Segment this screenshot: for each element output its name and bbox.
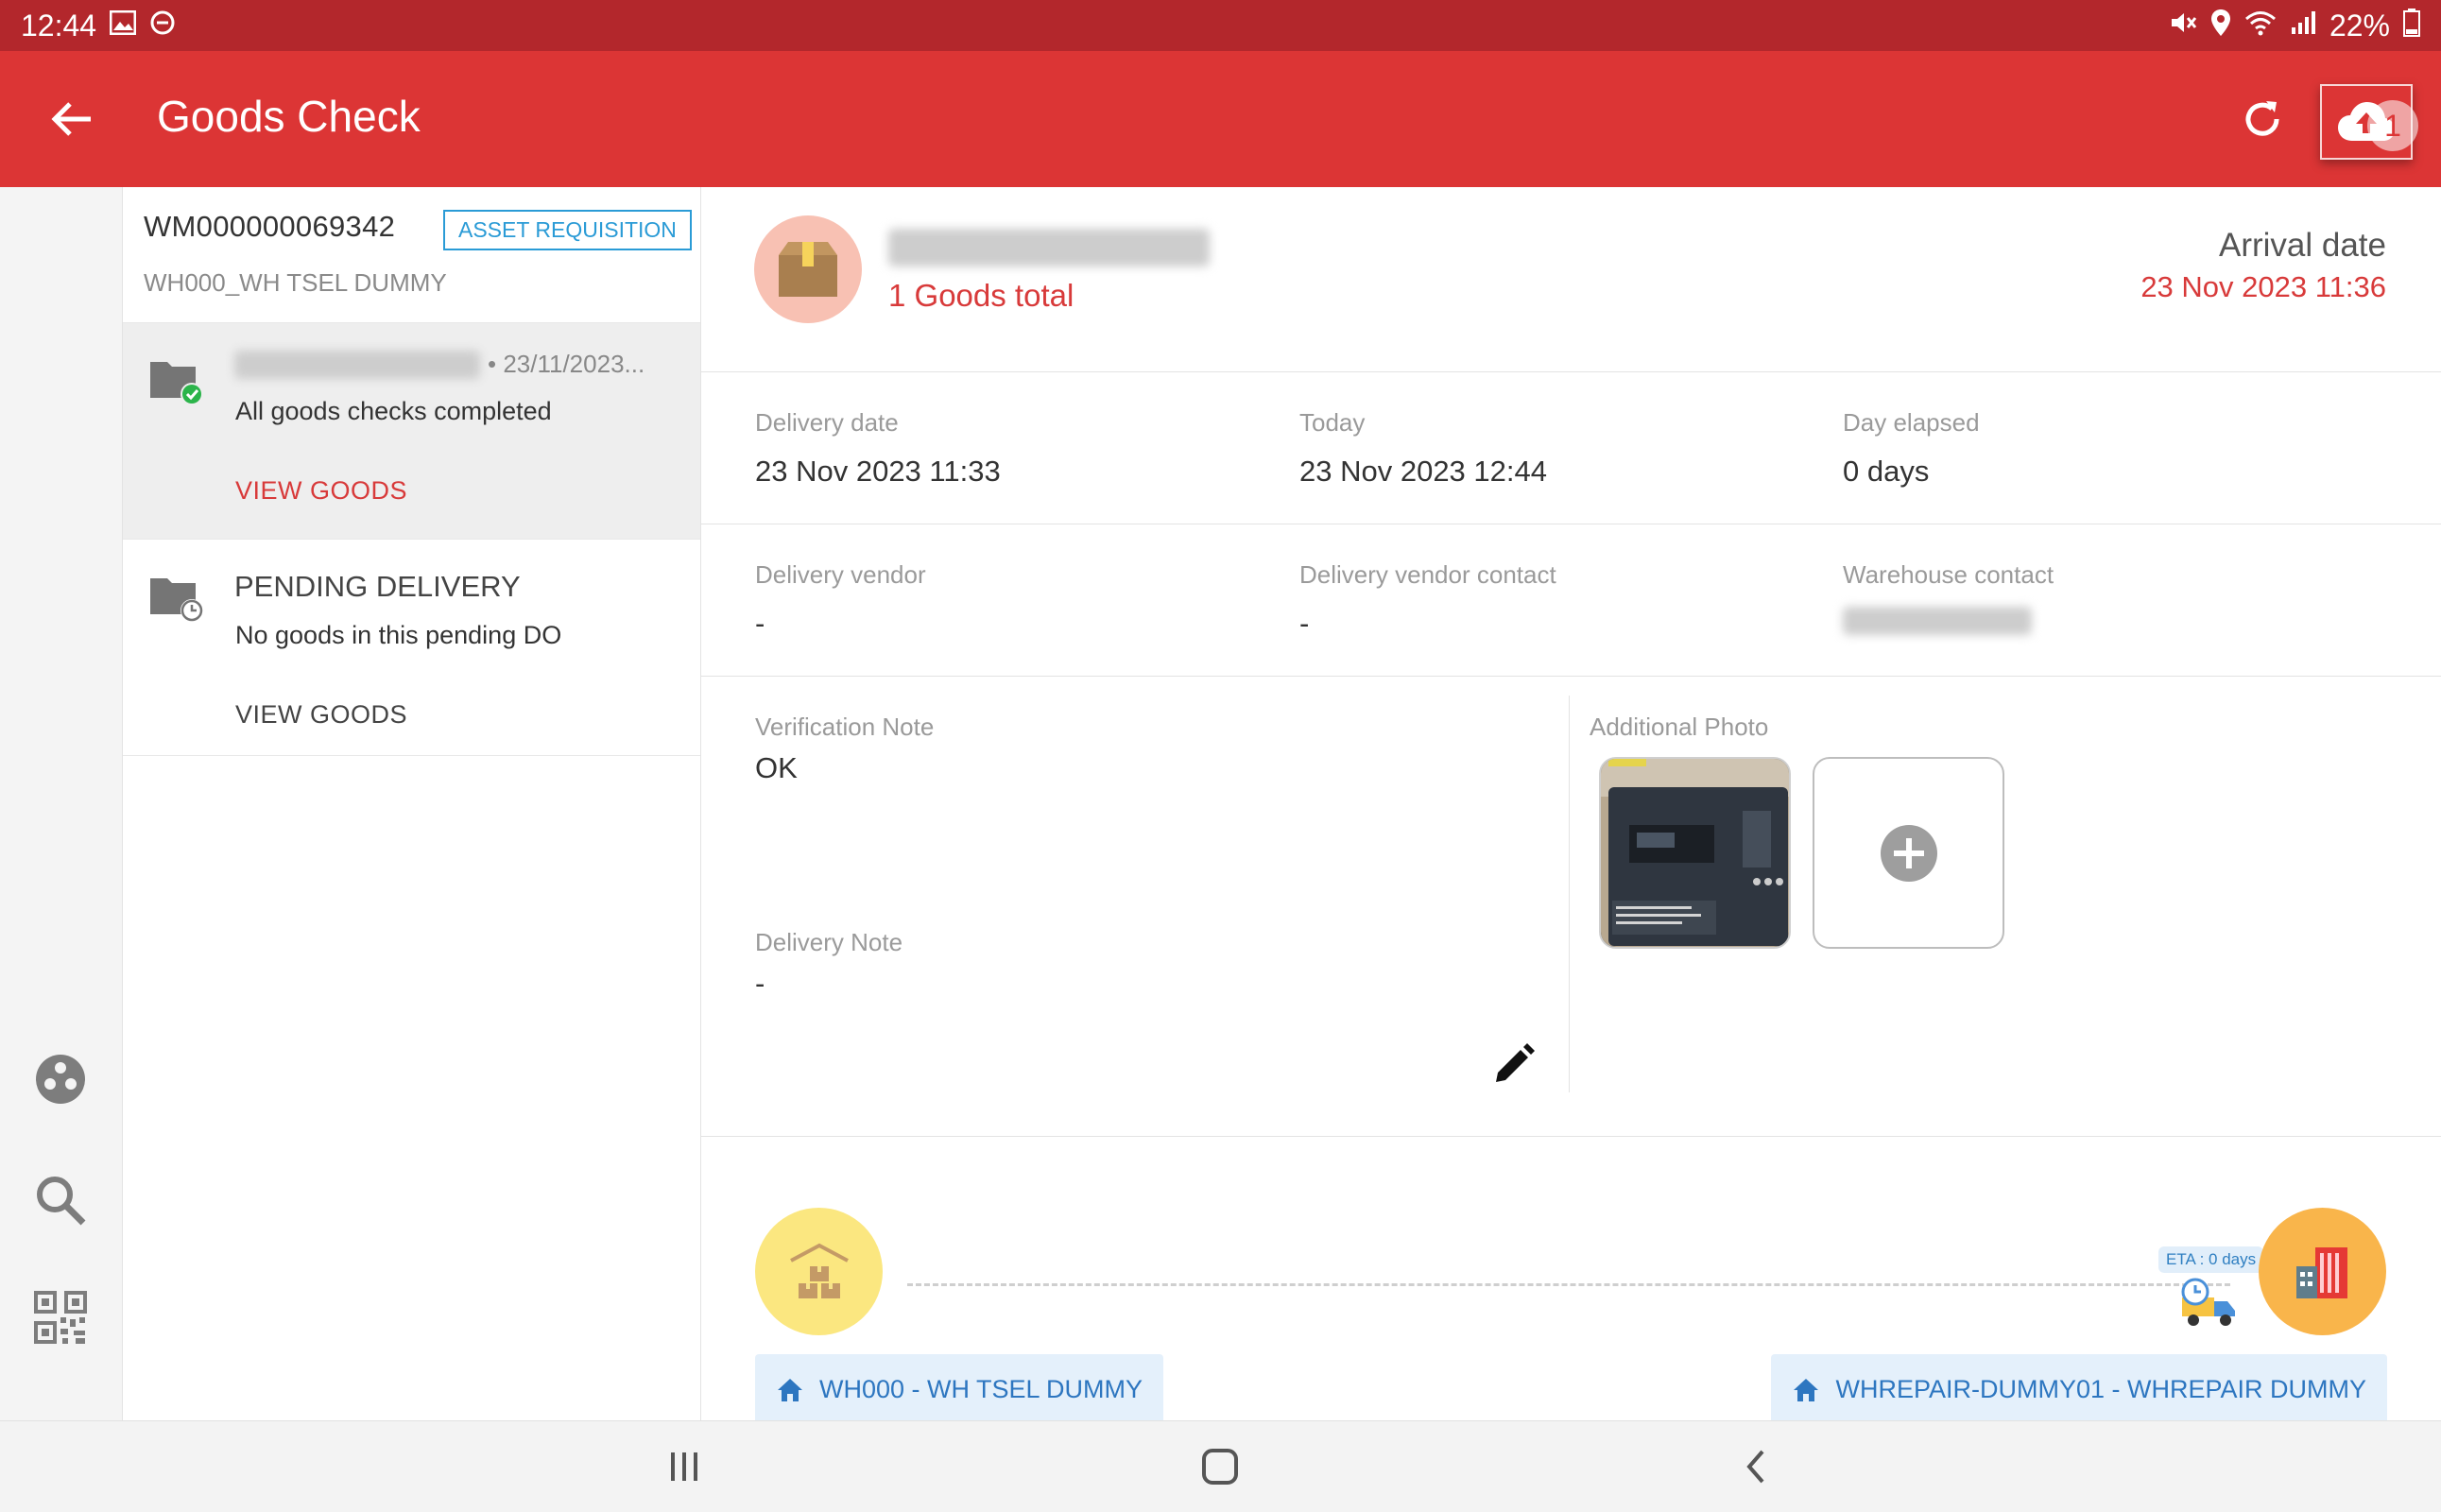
home-square-icon (1202, 1449, 1238, 1485)
location-icon (2210, 9, 2231, 43)
do-list-item[interactable]: • 23/11/2023... All goods checks complet… (123, 323, 700, 540)
warehouse-contact-field: Warehouse contact (1843, 560, 2054, 643)
warehouse-contact-label: Warehouse contact (1843, 560, 2054, 589)
home-button[interactable] (1182, 1438, 1258, 1495)
verification-note-field: Verification Note OK (755, 713, 934, 785)
dates-row: Delivery date 23 Nov 2023 11:33 Today 23… (701, 372, 2441, 524)
contacts-row: Delivery vendor - Delivery vendor contac… (701, 524, 2441, 677)
repair-building-icon (2259, 1208, 2386, 1335)
goods-total: 1 Goods total (888, 278, 1074, 313)
vendor-contact-field: Delivery vendor contact - (1299, 560, 1556, 641)
verification-note-value: OK (755, 751, 798, 784)
mute-icon (2169, 9, 2197, 42)
back-button[interactable] (45, 93, 98, 146)
notes-divider (1569, 696, 1570, 1092)
warehouse-origin-icon (755, 1208, 883, 1335)
delivery-vendor-label: Delivery vendor (755, 560, 926, 589)
package-icon (754, 215, 862, 323)
add-photo-button[interactable] (1813, 757, 2004, 949)
delivery-date-field: Delivery date 23 Nov 2023 11:33 (755, 408, 1001, 489)
arrival-date-label: Arrival date (2218, 227, 2386, 264)
route-line (907, 1283, 2230, 1286)
redacted-do-number (888, 229, 1210, 271)
delivery-note-label: Delivery Note (755, 928, 903, 956)
pencil-icon (1496, 1043, 1535, 1082)
today-value: 23 Nov 2023 12:44 (1299, 455, 1547, 488)
goods-detail-panel: 1 Goods total Arrival date 23 Nov 2023 1… (701, 187, 2441, 1425)
warehouse-name: WH000_WH TSEL DUMMY (144, 268, 447, 297)
system-nav-bar (0, 1420, 2441, 1512)
origin-location-label: WH000 - WH TSEL DUMMY (819, 1375, 1143, 1403)
status-bar: 12:44 22% (0, 0, 2441, 51)
recent-apps-button[interactable] (646, 1438, 722, 1495)
delivery-vendor-value: - (755, 607, 765, 640)
gallery-icon (109, 9, 137, 41)
delivery-note-value: - (755, 967, 765, 1000)
qr-code-icon[interactable] (30, 1287, 91, 1348)
vendor-contact-label: Delivery vendor contact (1299, 560, 1556, 589)
dnd-icon (149, 9, 176, 42)
refresh-button[interactable] (2234, 91, 2291, 147)
delivery-date-label: Delivery date (755, 408, 899, 437)
palette-icon[interactable] (30, 1049, 91, 1109)
edit-notes-button[interactable] (1486, 1036, 1542, 1092)
view-goods-button[interactable]: VIEW GOODS (235, 700, 407, 730)
delivery-truck-icon (2180, 1277, 2239, 1330)
origin-location-chip[interactable]: WH000 - WH TSEL DUMMY (755, 1354, 1164, 1425)
recent-apps-icon (671, 1452, 697, 1481)
signal-icon (2290, 10, 2316, 41)
notes-section: Verification Note OK Delivery Note - Add… (701, 677, 2441, 1137)
pending-status: No goods in this pending DO (235, 621, 562, 649)
home-icon (1794, 1378, 1819, 1401)
pending-delivery-item[interactable]: PENDING DELIVERY No goods in this pendin… (123, 540, 700, 756)
redacted-do-number (234, 350, 480, 379)
view-goods-button[interactable]: VIEW GOODS (235, 476, 407, 506)
wifi-icon (2244, 9, 2277, 42)
today-label: Today (1299, 408, 1366, 437)
delivery-date-value: 23 Nov 2023 11:33 (755, 455, 1001, 488)
delivery-list-panel: WM000000069342 ASSET REQUISITION WH000_W… (123, 187, 701, 1420)
arrow-left-icon (51, 102, 91, 136)
delivery-route: ETA : 0 days WH000 - WH TSEL DUMMY WHREP… (701, 1137, 2441, 1425)
left-rail (0, 187, 123, 1420)
pending-delivery-title: PENDING DELIVERY (234, 570, 521, 603)
do-number-row: • 23/11/2023... (234, 350, 645, 379)
delivery-vendor-field: Delivery vendor - (755, 560, 926, 641)
additional-photo-label: Additional Photo (1590, 713, 1769, 741)
photo-thumbnail[interactable] (1599, 757, 1791, 949)
home-icon (778, 1378, 802, 1401)
folder-check-icon (148, 356, 203, 405)
folder-clock-icon (148, 573, 203, 622)
destination-location-chip[interactable]: WHREPAIR-DUMMY01 - WHREPAIR DUMMY (1771, 1354, 2387, 1425)
search-icon[interactable] (30, 1170, 91, 1230)
battery-percent: 22% (2329, 8, 2390, 43)
delivery-note-field: Delivery Note - (755, 928, 902, 1001)
day-elapsed-field: Day elapsed 0 days (1843, 408, 1980, 489)
chevron-left-icon (1746, 1450, 1764, 1484)
do-summary-header: 1 Goods total Arrival date 23 Nov 2023 1… (701, 187, 2441, 372)
eta-label: ETA : 0 days (2158, 1246, 2264, 1273)
today-field: Today 23 Nov 2023 12:44 (1299, 408, 1547, 489)
vendor-contact-value: - (1299, 607, 1310, 640)
refresh-icon (2245, 101, 2279, 136)
day-elapsed-label: Day elapsed (1843, 408, 1980, 437)
do-status: All goods checks completed (235, 397, 552, 425)
destination-location-label: WHREPAIR-DUMMY01 - WHREPAIR DUMMY (1835, 1375, 2366, 1403)
app-bar: Goods Check 1 (0, 51, 2441, 187)
page-title: Goods Check (157, 92, 421, 141)
plus-circle-icon (1880, 824, 1937, 882)
system-back-button[interactable] (1718, 1438, 1794, 1495)
arrival-date-value: 23 Nov 2023 11:36 (2140, 270, 2386, 303)
wm-header: WM000000069342 ASSET REQUISITION WH000_W… (123, 187, 700, 323)
redacted-warehouse-contact (1843, 607, 2054, 643)
device-photo (1601, 759, 1789, 947)
status-time: 12:44 (21, 8, 97, 43)
day-elapsed-value: 0 days (1843, 455, 1930, 488)
verification-note-label: Verification Note (755, 713, 935, 741)
asset-requisition-badge[interactable]: ASSET REQUISITION (443, 210, 692, 250)
do-date: • 23/11/2023... (488, 350, 645, 378)
battery-icon (2403, 9, 2420, 43)
upload-count-badge: 1 (2367, 100, 2418, 151)
